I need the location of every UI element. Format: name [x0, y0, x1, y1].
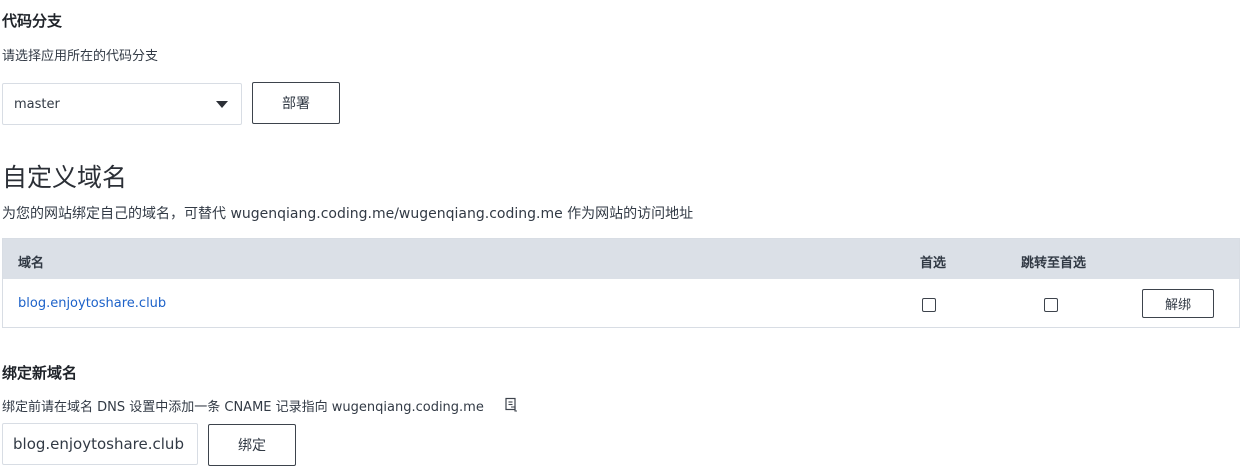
bind-section-title: 绑定新域名	[2, 364, 78, 382]
new-domain-input[interactable]	[2, 423, 198, 465]
branch-section-title: 代码分支	[2, 12, 63, 30]
column-header-redirect: 跳转至首选	[1021, 256, 1087, 271]
branch-select[interactable]: master	[2, 83, 242, 125]
branch-section-description: 请选择应用所在的代码分支	[2, 49, 159, 64]
domain-link[interactable]: blog.enjoytoshare.club	[18, 296, 166, 311]
deploy-button[interactable]: 部署	[252, 82, 340, 124]
domain-section-description: 为您的网站绑定自己的域名，可替代 wugenqiang.coding.me/wu…	[2, 206, 694, 222]
branch-select-value: master	[14, 97, 60, 112]
chevron-down-icon	[216, 101, 228, 108]
column-header-domain: 域名	[18, 256, 45, 271]
domain-table-header: 域名 首选 跳转至首选	[3, 239, 1239, 279]
domain-section-title: 自定义域名	[2, 163, 128, 192]
column-header-preferred: 首选	[920, 256, 947, 271]
copy-icon[interactable]	[504, 397, 518, 416]
unbind-button[interactable]: 解绑	[1142, 289, 1214, 318]
preferred-checkbox[interactable]	[922, 298, 936, 312]
domain-table: 域名 首选 跳转至首选 blog.enjoytoshare.club 解绑	[2, 238, 1240, 328]
bind-button[interactable]: 绑定	[208, 424, 296, 466]
bind-section-description: 绑定前请在域名 DNS 设置中添加一条 CNAME 记录指向 wugenqian…	[2, 400, 484, 415]
redirect-checkbox[interactable]	[1044, 298, 1058, 312]
